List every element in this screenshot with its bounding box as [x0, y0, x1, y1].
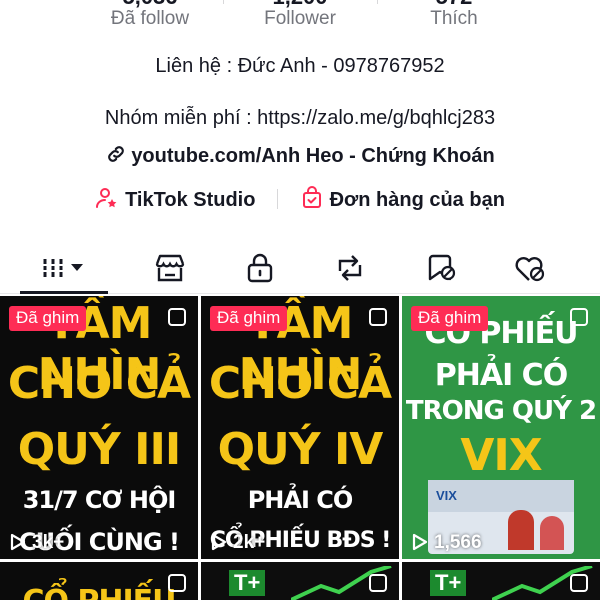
followers-label: Follower	[264, 8, 336, 29]
orders-label: Đơn hàng của bạn	[329, 189, 505, 211]
following-count: 5,036	[70, 0, 230, 8]
shop-icon	[155, 254, 185, 282]
profile-tools: TikTok Studio Đơn hàng của bạn	[0, 186, 600, 216]
vix-logo: VIX	[436, 488, 457, 503]
tiktok-studio-label: TikTok Studio	[125, 189, 256, 211]
repost-icon	[338, 255, 362, 281]
link-icon	[108, 146, 125, 162]
thumbnail-headline: T+	[229, 570, 266, 596]
multi-select-icon	[168, 574, 186, 592]
shopping-bag-icon	[302, 186, 321, 208]
followers-count: 1,200	[220, 0, 380, 8]
multi-select-icon	[570, 308, 588, 326]
saved-icon	[428, 254, 456, 281]
video-thumbnail[interactable]: T+	[201, 562, 399, 600]
tab-liked[interactable]	[500, 242, 560, 294]
tab-reposts[interactable]	[320, 242, 380, 294]
play-icon	[10, 533, 26, 551]
tools-divider	[277, 189, 279, 209]
likes-count: 572	[374, 0, 534, 8]
play-count-value: 1,566	[434, 532, 482, 553]
lock-icon	[247, 253, 273, 283]
likes-label: Thích	[430, 8, 478, 29]
video-grid: TẦM NHÌN CHO CẢ QUÝ III 31/7 CƠ HỘI CUỐI…	[0, 296, 600, 600]
video-thumbnail[interactable]: CỔ PHIẾU PHẢI CÓ TRONG QUÝ 2 VIX VIX Đã …	[402, 296, 600, 559]
play-icon	[412, 533, 428, 551]
multi-select-icon	[570, 574, 588, 592]
video-thumbnail[interactable]: CỔ PHIẾU	[0, 562, 198, 600]
thumbnail-headline: CHO CẢ	[208, 358, 392, 409]
youtube-link-label: youtube.com/Anh Heo - Chứng Khoán	[131, 145, 495, 167]
thumbnail-headline: PHẢI CÓ	[434, 358, 568, 393]
thumbnail-headline: QUÝ IV	[217, 424, 384, 475]
tab-videos[interactable]	[34, 242, 94, 294]
profile-stats: 5,036 Đã follow 1,200 Follower 572 Thích	[0, 0, 600, 32]
multi-select-icon	[168, 308, 186, 326]
likes-stat[interactable]: 572 Thích	[374, 0, 534, 30]
play-count: 1,566	[412, 532, 482, 554]
tab-private[interactable]	[230, 242, 290, 294]
play-count-value: 3k+	[32, 532, 65, 553]
thumbnail-subline: PHẢI CÓ	[247, 486, 354, 514]
orders-button[interactable]: Đơn hàng của bạn	[300, 186, 505, 212]
youtube-link[interactable]: youtube.com/Anh Heo - Chứng Khoán	[0, 143, 600, 168]
play-icon	[211, 533, 227, 551]
thumbnail-headline: TRONG QUÝ 2	[405, 396, 597, 426]
tiktok-studio-button[interactable]: TikTok Studio	[95, 186, 255, 212]
thumbnail-headline: VIX	[460, 430, 542, 481]
thumbnail-headline: QUÝ III	[17, 424, 181, 475]
play-count-value: 2k+	[233, 532, 266, 553]
pinned-badge: Đã ghim	[210, 306, 288, 331]
bio-group: Nhóm miễn phí : https://zalo.me/g/bqhlcj…	[104, 107, 496, 129]
profile-tabs	[0, 242, 600, 294]
play-count: 2k+	[211, 532, 265, 554]
video-thumbnail[interactable]: T+	[402, 562, 600, 600]
multi-select-icon	[369, 574, 387, 592]
pinned-badge: Đã ghim	[9, 306, 87, 331]
active-tab-indicator	[20, 291, 108, 294]
thumbnail-headline: CHO CẢ	[7, 358, 191, 409]
grid-icon	[41, 259, 83, 277]
tab-shop[interactable]	[140, 242, 200, 294]
liked-icon	[515, 257, 545, 282]
person-figure	[540, 516, 564, 550]
followers-stat[interactable]: 1,200 Follower	[220, 0, 380, 30]
play-count: 3k+	[10, 532, 64, 554]
video-thumbnail[interactable]: TẦM NHÌN CHO CẢ QUÝ III 31/7 CƠ HỘI CUỐI…	[0, 296, 198, 559]
multi-select-icon	[369, 308, 387, 326]
bio-contact: Liên hệ : Đức Anh - 0978767952	[155, 55, 445, 77]
pinned-badge: Đã ghim	[411, 306, 489, 331]
person-figure	[508, 510, 534, 550]
tab-saved[interactable]	[412, 242, 472, 294]
following-stat[interactable]: 5,036 Đã follow	[70, 0, 230, 30]
studio-person-icon	[96, 188, 117, 208]
thumbnail-headline: T+	[430, 570, 467, 596]
video-thumbnail[interactable]: TẦM NHÌN CHO CẢ QUÝ IV PHẢI CÓ CỔ PHIẾU …	[201, 296, 399, 559]
following-label: Đã follow	[110, 8, 190, 29]
thumbnail-subline: 31/7 CƠ HỘI	[22, 486, 177, 514]
